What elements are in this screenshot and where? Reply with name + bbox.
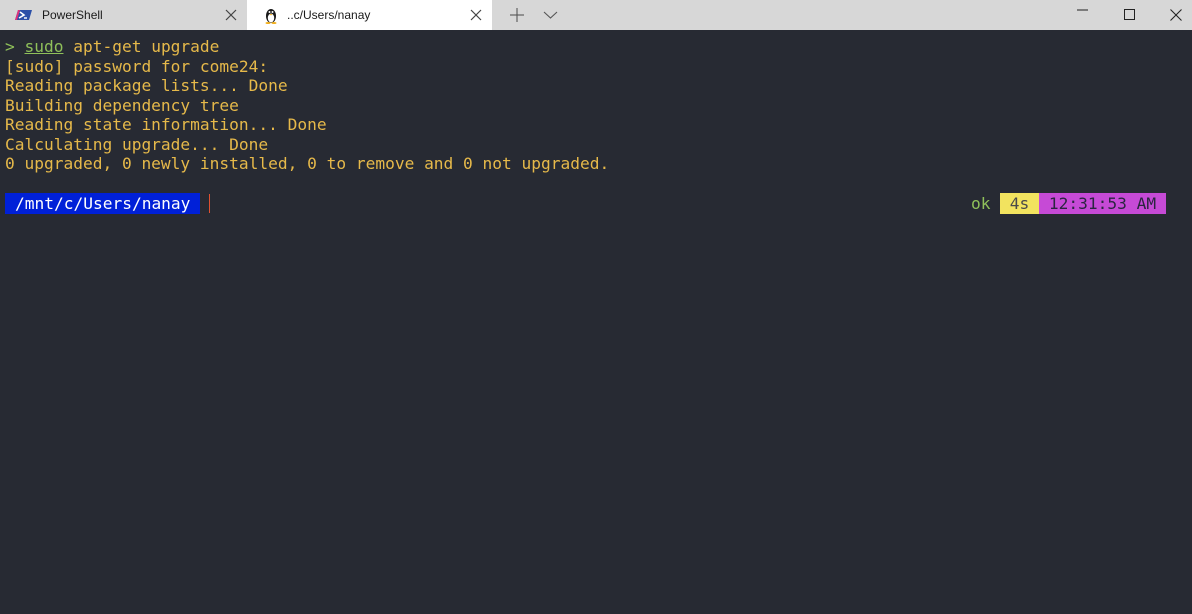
output-line: [sudo] password for come24: [5,57,269,76]
output-line: Calculating upgrade... Done [5,135,269,154]
output-line: Building dependency tree [5,96,239,115]
close-tab-icon[interactable] [225,9,237,21]
text-cursor [209,194,210,213]
prompt-symbol: > [5,37,15,56]
tab-title: ..c/Users/nanay [287,8,371,22]
output-line: 0 upgraded, 0 newly installed, 0 to remo… [5,154,610,173]
maximize-button[interactable] [1107,0,1153,30]
linux-penguin-icon [265,9,277,24]
minimize-icon [1077,9,1088,11]
terminal-area[interactable]: > sudo apt-get upgrade [sudo] password f… [0,30,1192,614]
command-sudo: sudo [24,37,64,56]
exit-status: ok [971,194,991,213]
new-tab-plus-icon[interactable] [509,7,525,23]
command-line: > sudo apt-get upgrade [5,37,219,56]
title-bar: PowerShell ..c/Users/nanay [0,0,1192,30]
tab-powershell[interactable]: PowerShell [0,0,247,30]
command-duration: 4s [1000,193,1039,214]
close-icon [1170,9,1182,21]
command-args: apt-get upgrade [63,37,220,56]
output-line: Reading package lists... Done [5,76,288,95]
close-window-button[interactable] [1153,0,1192,30]
maximize-icon [1124,9,1135,20]
output-line: Reading state information... Done [5,115,327,134]
tab-title: PowerShell [42,8,103,22]
close-tab-icon[interactable] [470,9,482,21]
tab-linux[interactable]: ..c/Users/nanay [247,0,492,30]
minimize-button[interactable] [1060,0,1106,30]
powershell-icon [15,10,32,20]
prompt-clock: 12:31:53 AM [1039,193,1166,214]
chevron-down-icon[interactable] [543,9,558,21]
prompt-path-segment: /mnt/c/Users/nanay [5,193,201,214]
